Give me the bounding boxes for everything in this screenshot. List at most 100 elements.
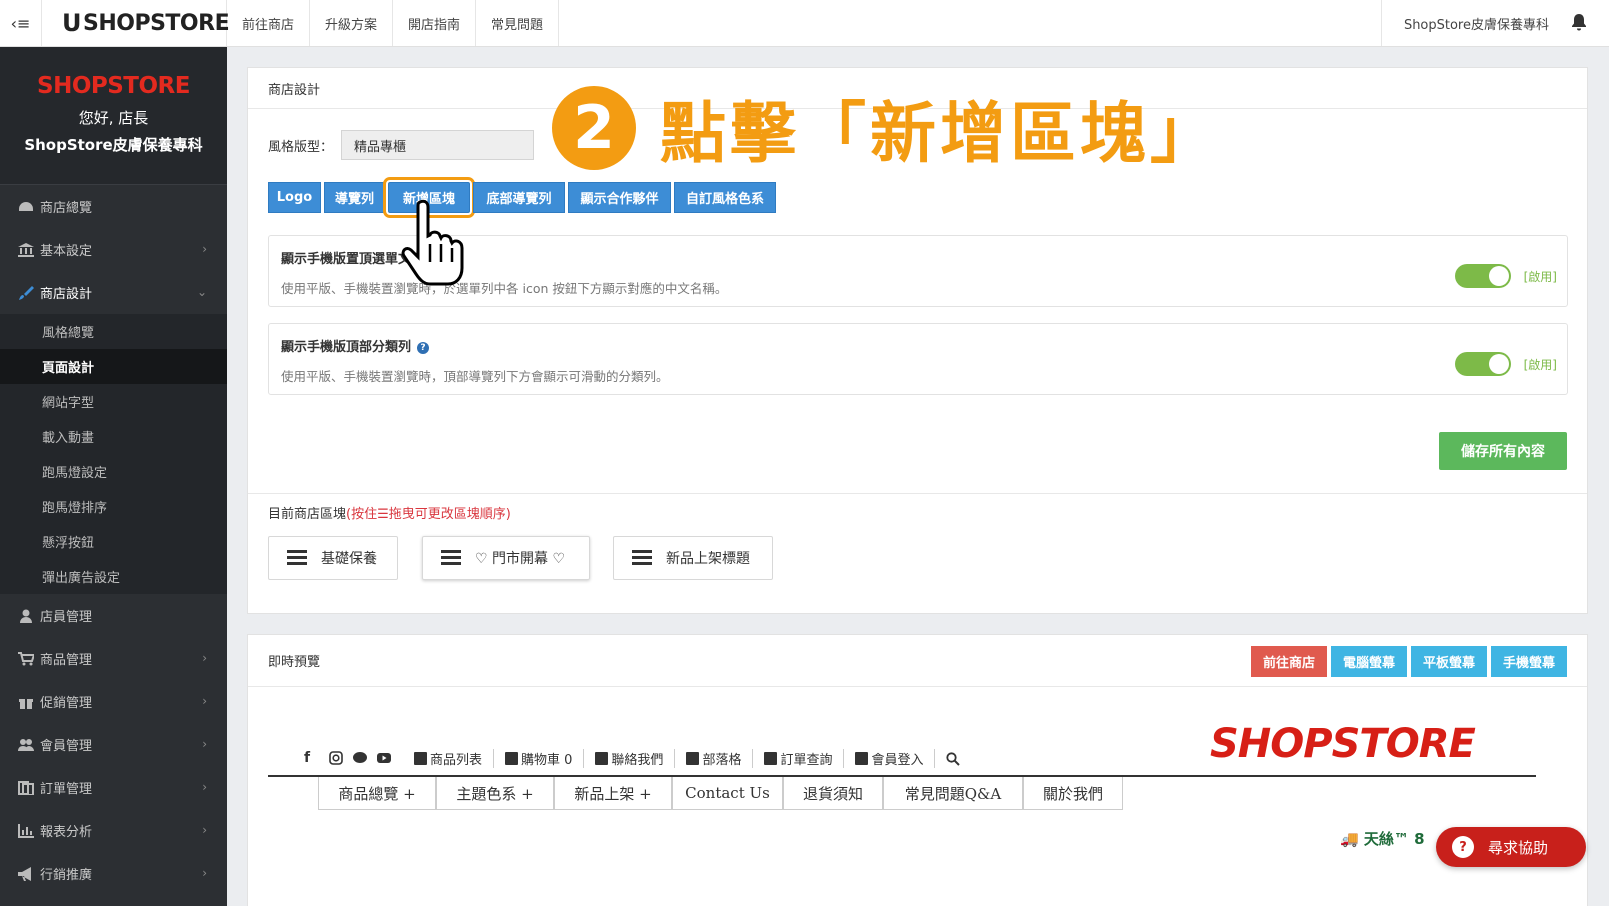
- sidebar-sub-marquee-order[interactable]: 跑馬燈排序: [0, 489, 227, 524]
- preview-menu-item[interactable]: 常見問題Q&A: [883, 777, 1023, 810]
- link-label: 部落格: [702, 753, 742, 768]
- block-card[interactable]: ♡ 門市開幕 ♡: [422, 536, 590, 580]
- sidebar-sub-popup-ad[interactable]: 彈出廣告設定: [0, 559, 227, 594]
- sidebar-item-products[interactable]: 商品管理 ›: [0, 637, 227, 680]
- preview-menu-item[interactable]: 主題色系 +: [436, 777, 554, 810]
- instagram-icon[interactable]: [328, 750, 344, 766]
- sidebar-item-orders[interactable]: 訂單管理 ›: [0, 766, 227, 809]
- sidebar-item-basic-settings[interactable]: 基本設定 ›: [0, 228, 227, 271]
- line-icon[interactable]: [352, 750, 368, 766]
- nav-go-to-store[interactable]: 前往商店: [227, 0, 311, 46]
- preview-menu-item[interactable]: 關於我們: [1023, 777, 1123, 810]
- users-icon: [18, 738, 34, 751]
- sidebar-item-overview[interactable]: 商店總覽: [0, 185, 227, 228]
- option-description: 使用平版、手機裝置瀏覽時，於選單列中各 icon 按鈕下方顯示對應的中文名稱。: [281, 281, 728, 296]
- preview-link-order-query[interactable]: 訂單查詢: [753, 749, 845, 768]
- sidebar-sub-style-overview[interactable]: 風格總覽: [0, 314, 227, 349]
- chat-icon: [595, 752, 609, 765]
- sidebar-sub-marquee-settings[interactable]: 跑馬燈設定: [0, 454, 227, 489]
- preview-menu-item[interactable]: Contact Us: [672, 777, 783, 810]
- sidebar-sub-loading-animation[interactable]: 載入動畫: [0, 419, 227, 454]
- sidebar-item-label: 會員管理: [40, 739, 93, 754]
- truck-icon: 🚚: [1340, 830, 1359, 848]
- drag-handle-icon[interactable]: [632, 550, 652, 566]
- section-divider: [248, 493, 1587, 494]
- design-tab-buttons: Logo 導覽列 新增區塊 底部導覽列 顯示合作夥伴 自訂風格色系: [268, 177, 779, 218]
- custom-color-button[interactable]: 自訂風格色系: [674, 182, 776, 213]
- chart-icon: [18, 823, 34, 838]
- chevron-right-icon: ›: [202, 823, 207, 837]
- nav-upgrade-plan[interactable]: 升級方案: [310, 0, 394, 46]
- link-label: 商品列表: [430, 753, 483, 768]
- drag-handle-icon[interactable]: [441, 550, 461, 566]
- preview-menu-item[interactable]: 新品上架 +: [554, 777, 672, 810]
- sidebar-item-marketing[interactable]: 行銷推廣 ›: [0, 852, 227, 895]
- preview-link-login[interactable]: 會員登入: [844, 749, 936, 768]
- sidebar-greeting: 您好, 店長: [78, 109, 149, 127]
- tablet-view-button[interactable]: 平板螢幕: [1410, 646, 1487, 677]
- sidebar-sub-page-design[interactable]: 頁面設計: [0, 349, 227, 384]
- style-template-field[interactable]: 精品專櫃: [341, 130, 535, 160]
- sidebar-item-members[interactable]: 會員管理 ›: [0, 723, 227, 766]
- top-nav: 前往商店 升級方案 開店指南 常見問題: [227, 0, 560, 46]
- header-logo[interactable]: ᑌ SHOPSTORE: [42, 0, 230, 46]
- mobile-view-button[interactable]: 手機螢幕: [1490, 646, 1567, 677]
- sidebar-sub-floating-button[interactable]: 懸浮按鈕: [0, 524, 227, 559]
- block-name: 新品上架標題: [666, 551, 750, 567]
- logo-button[interactable]: Logo: [268, 182, 321, 213]
- cart-icon: [505, 752, 519, 765]
- go-to-store-button[interactable]: 前往商店: [1250, 646, 1327, 677]
- chevron-down-icon: ⌄: [196, 285, 207, 299]
- preview-menu-item[interactable]: 商品總覽 +: [318, 777, 436, 810]
- link-label: 訂單查詢: [780, 753, 833, 768]
- navbar-button[interactable]: 導覽列: [324, 182, 385, 213]
- preview-menu-item[interactable]: 退貨須知: [783, 777, 883, 810]
- sidebar-item-promotions[interactable]: 促銷管理 ›: [0, 680, 227, 723]
- option-title-text: 顯示手機版頂部分類列: [281, 340, 412, 355]
- ticker-text: 天絲™ 8: [1363, 830, 1425, 848]
- footer-navbar-button[interactable]: 底部導覽列: [473, 182, 565, 213]
- sidebar-item-staff[interactable]: 店員管理: [0, 594, 227, 637]
- toggle-knob: [1489, 266, 1509, 286]
- preview-social-icons: f: [304, 750, 400, 766]
- current-blocks-label: 目前商店區塊: [268, 507, 347, 522]
- sidebar-item-label: 商品管理: [40, 653, 93, 668]
- preview-top-links: 商品列表 購物車 0 聯絡我們 部落格 訂單查詢 會員登入: [403, 749, 971, 768]
- chevron-right-icon: ›: [202, 694, 207, 708]
- sidebar-submenu: 風格總覽 頁面設計 網站字型 載入動畫 跑馬燈設定 跑馬燈排序 懸浮按鈕 彈出廣…: [0, 314, 227, 594]
- sidebar-item-label: 商店總覽: [40, 201, 93, 216]
- preview-link-cart[interactable]: 購物車 0: [494, 749, 585, 768]
- tutorial-annotation: 2 點擊「新增區塊」: [552, 80, 1220, 176]
- facebook-icon[interactable]: f: [304, 750, 320, 766]
- mobile-category-bar-toggle[interactable]: [1455, 352, 1511, 376]
- block-name: ♡ 門市開幕 ♡: [475, 551, 566, 567]
- save-all-button[interactable]: 儲存所有內容: [1439, 432, 1567, 470]
- bell-icon[interactable]: [1569, 12, 1589, 32]
- sidebar-sub-web-font[interactable]: 網站字型: [0, 384, 227, 419]
- nav-store-guide[interactable]: 開店指南: [393, 0, 477, 46]
- sidebar-item-store-design[interactable]: 商店設計 ⌄: [0, 271, 227, 314]
- sidebar-item-label: 行銷推廣: [40, 868, 93, 883]
- drag-handle-icon[interactable]: [287, 550, 307, 566]
- toggle-state-label: [啟用]: [1523, 358, 1557, 372]
- block-name: 基礎保養: [321, 551, 377, 567]
- sidebar-item-label: 訂單管理: [40, 782, 93, 797]
- preview-link-contact[interactable]: 聯絡我們: [584, 749, 676, 768]
- menu-toggle-button[interactable]: ‹≡: [0, 0, 42, 46]
- preview-link-products[interactable]: 商品列表: [403, 749, 495, 768]
- top-bar: ‹≡ ᑌ SHOPSTORE 前往商店 升級方案 開店指南 常見問題 ShopS…: [0, 0, 1609, 47]
- block-card[interactable]: 基礎保養: [268, 536, 398, 580]
- nav-faq[interactable]: 常見問題: [476, 0, 560, 46]
- preview-link-blog[interactable]: 部落格: [675, 749, 754, 768]
- block-card[interactable]: 新品上架標題: [613, 536, 773, 580]
- bullhorn-icon: [18, 866, 31, 881]
- mobile-menu-text-toggle[interactable]: [1455, 264, 1511, 288]
- store-name-menu[interactable]: ShopStore皮膚保養專科: [1380, 0, 1549, 46]
- desktop-view-button[interactable]: 電腦螢幕: [1330, 646, 1407, 677]
- question-icon[interactable]: ?: [417, 342, 430, 354]
- show-partners-button[interactable]: 顯示合作夥伴: [568, 182, 671, 213]
- youtube-icon[interactable]: [376, 750, 392, 766]
- preview-search[interactable]: [935, 749, 971, 768]
- help-button[interactable]: ? 尋求協助: [1436, 827, 1586, 867]
- sidebar-item-reports[interactable]: 報表分析 ›: [0, 809, 227, 852]
